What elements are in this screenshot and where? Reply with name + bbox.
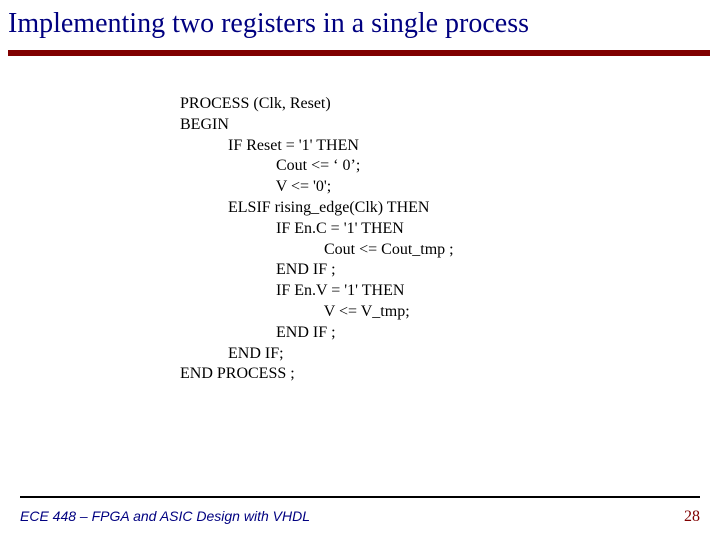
code-line: PROCESS (Clk, Reset) <box>180 95 331 112</box>
slide-number: 28 <box>684 508 700 526</box>
code-line: END PROCESS ; <box>180 365 295 382</box>
code-line: IF En.V = '1' THEN <box>276 282 404 299</box>
code-line: Cout <= ‘ 0’; <box>276 157 360 174</box>
code-line: ELSIF rising_edge(Clk) THEN <box>228 199 429 216</box>
slide-title: Implementing two registers in a single p… <box>0 0 720 50</box>
title-rule <box>8 50 710 56</box>
code-line: END IF ; <box>276 261 336 278</box>
code-line: BEGIN <box>180 116 229 133</box>
slide-footer: ECE 448 – FPGA and ASIC Design with VHDL… <box>20 508 700 526</box>
code-line: IF En.C = '1' THEN <box>276 220 404 237</box>
code-line: IF Reset = '1' THEN <box>228 137 359 154</box>
footer-course-label: ECE 448 – FPGA and ASIC Design with VHDL <box>20 508 310 524</box>
code-line: Cout <= Cout_tmp ; <box>324 241 454 258</box>
code-line: END IF ; <box>276 324 336 341</box>
vhdl-code-block: PROCESS (Clk, Reset) BEGIN IF Reset = '1… <box>180 94 720 385</box>
code-line: V <= '0'; <box>276 178 332 195</box>
code-line: END IF; <box>228 345 284 362</box>
footer-rule <box>20 496 700 498</box>
code-line: V <= V_tmp; <box>324 303 410 320</box>
